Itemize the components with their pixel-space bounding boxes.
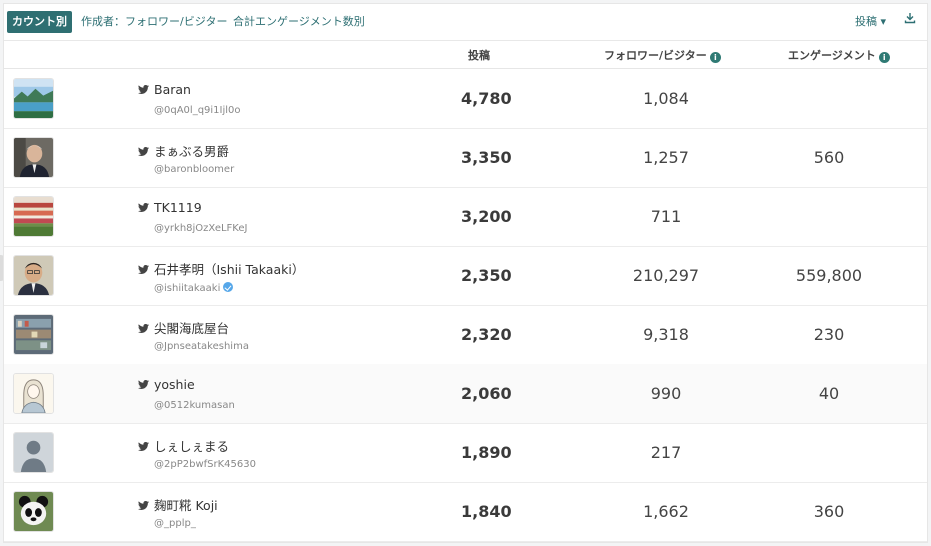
- column-header-posts[interactable]: 投稿: [468, 47, 490, 63]
- followers-header-label: フォロワー/ビジター: [604, 49, 707, 62]
- tab-by-author-followers[interactable]: 作成者：フォロワー/ビジター: [76, 11, 233, 33]
- engagement-count: 560: [813, 148, 845, 167]
- twitter-bird-icon: [138, 147, 149, 156]
- table-row[interactable]: yoshie @0512kumasan 2,060 990 40: [4, 364, 927, 424]
- twitter-bird-icon: [138, 442, 149, 451]
- twitter-bird-icon: [138, 265, 149, 274]
- twitter-bird-icon: [138, 85, 149, 94]
- table-row[interactable]: TK1119 @yrkh8jOzXeLFKeJ 3,200 711: [4, 187, 927, 247]
- verified-badge-icon: [223, 282, 234, 292]
- tab-by-count[interactable]: カウント別: [7, 11, 72, 33]
- account-handle[interactable]: @0512kumasan: [154, 400, 235, 411]
- account-name[interactable]: 尖閣海底屋台: [138, 318, 229, 337]
- account-name[interactable]: Baran: [138, 82, 191, 97]
- account-name-text: 麹町糀 Koji: [154, 498, 218, 513]
- account-handle-text: @yrkh8jOzXeLFKeJ: [154, 223, 248, 234]
- posts-count: 3,200: [461, 207, 512, 226]
- account-handle-text: @2pP2bwfSrK45630: [154, 459, 256, 470]
- account-handle[interactable]: @2pP2bwfSrK45630: [154, 459, 256, 470]
- engagement-count: 360: [813, 502, 845, 521]
- followers-count: 990: [650, 384, 682, 403]
- followers-count: 217: [650, 443, 682, 462]
- followers-count: 9,318: [643, 325, 689, 344]
- man-portrait-avatar[interactable]: [13, 137, 54, 178]
- posts-count: 4,780: [461, 89, 512, 108]
- tab-bar: カウント別 作成者：フォロワー/ビジター 合計エンゲージメント数別 投稿 ▾: [4, 4, 927, 41]
- account-name[interactable]: 麹町糀 Koji: [138, 495, 218, 514]
- twitter-bird-icon: [138, 324, 149, 333]
- table-header: 投稿 フォロワー/ビジター i エンゲージメント i: [4, 41, 927, 69]
- twitter-bird-icon: [138, 501, 149, 510]
- posts-sort-dropdown[interactable]: 投稿 ▾: [855, 13, 886, 29]
- landscape-lake-avatar[interactable]: [13, 78, 54, 119]
- account-handle-text: @ishiitakaaki: [154, 283, 221, 294]
- posts-count: 2,060: [461, 384, 512, 403]
- posts-count: 1,890: [461, 443, 512, 462]
- download-icon[interactable]: [904, 12, 916, 27]
- followers-count: 210,297: [632, 266, 700, 285]
- account-name[interactable]: TK1119: [138, 200, 202, 215]
- account-name[interactable]: しぇしぇまる: [138, 436, 229, 455]
- engagement-count: 559,800: [795, 266, 863, 285]
- followers-count: 1,662: [643, 502, 689, 521]
- engagement-header-label: エンゲージメント: [788, 49, 876, 62]
- column-header-engagement[interactable]: エンゲージメント i: [788, 47, 890, 63]
- account-name-text: Baran: [154, 82, 191, 97]
- account-name[interactable]: 石井孝明（Ishii Takaaki）: [138, 259, 304, 278]
- engagement-count: 230: [813, 325, 845, 344]
- flower-field-avatar[interactable]: [13, 196, 54, 237]
- table-row[interactable]: 麹町糀 Koji @_pplp_ 1,840 1,662 360: [4, 482, 927, 542]
- account-handle[interactable]: @Jpnseatakeshima: [154, 341, 249, 352]
- illustration-person-avatar[interactable]: [13, 373, 54, 414]
- followers-count: 711: [650, 207, 682, 226]
- info-icon[interactable]: i: [878, 52, 890, 63]
- posts-count: 2,320: [461, 325, 512, 344]
- column-header-followers[interactable]: フォロワー/ビジター i: [604, 47, 721, 63]
- followers-count: 1,257: [643, 148, 689, 167]
- account-handle-text: @_pplp_: [154, 518, 196, 529]
- default-avatar-avatar[interactable]: [13, 432, 54, 473]
- account-handle[interactable]: @_pplp_: [154, 518, 196, 529]
- account-name[interactable]: yoshie: [138, 377, 195, 392]
- shop-shelves-avatar[interactable]: [13, 314, 54, 355]
- table-row[interactable]: 石井孝明（Ishii Takaaki） @ishiitakaaki 2,350 …: [4, 246, 927, 306]
- account-name-text: yoshie: [154, 377, 195, 392]
- account-name-text: まぁぶる男爵: [154, 144, 230, 159]
- account-name-text: TK1119: [154, 200, 202, 215]
- followers-count: 1,084: [643, 89, 689, 108]
- account-handle-text: @0512kumasan: [154, 400, 235, 411]
- account-handle-text: @0qA0l_q9i1Ijl0o: [154, 105, 241, 116]
- table-row[interactable]: しぇしぇまる @2pP2bwfSrK45630 1,890 217: [4, 423, 927, 483]
- account-name-text: 石井孝明（Ishii Takaaki）: [154, 262, 305, 277]
- panda-avatar[interactable]: [13, 491, 54, 532]
- info-icon[interactable]: i: [709, 52, 721, 63]
- account-handle[interactable]: @baronbloomer: [154, 164, 234, 175]
- twitter-bird-icon: [138, 380, 149, 389]
- account-handle[interactable]: @ishiitakaaki: [154, 282, 234, 294]
- engagement-count: 40: [818, 384, 840, 403]
- account-name[interactable]: まぁぶる男爵: [138, 141, 229, 160]
- ranking-panel: カウント別 作成者：フォロワー/ビジター 合計エンゲージメント数別 投稿 ▾ 投…: [3, 3, 928, 543]
- posts-count: 3,350: [461, 148, 512, 167]
- account-handle[interactable]: @0qA0l_q9i1Ijl0o: [154, 105, 241, 116]
- posts-count: 1,840: [461, 502, 512, 521]
- account-handle-text: @baronbloomer: [154, 164, 235, 175]
- account-handle[interactable]: @yrkh8jOzXeLFKeJ: [154, 223, 247, 234]
- account-name-text: 尖閣海底屋台: [154, 321, 230, 336]
- table-row[interactable]: Baran @0qA0l_q9i1Ijl0o 4,780 1,084: [4, 69, 927, 129]
- table-row[interactable]: まぁぶる男爵 @baronbloomer 3,350 1,257 560: [4, 128, 927, 188]
- account-name-text: しぇしぇまる: [154, 439, 230, 454]
- posts-count: 2,350: [461, 266, 512, 285]
- twitter-bird-icon: [138, 203, 149, 212]
- man-portrait-2-avatar[interactable]: [13, 255, 54, 296]
- account-handle-text: @Jpnseatakeshima: [154, 341, 249, 352]
- table-row[interactable]: 尖閣海底屋台 @Jpnseatakeshima 2,320 9,318 230: [4, 305, 927, 365]
- tab-by-total-engagement[interactable]: 合計エンゲージメント数別: [228, 11, 370, 33]
